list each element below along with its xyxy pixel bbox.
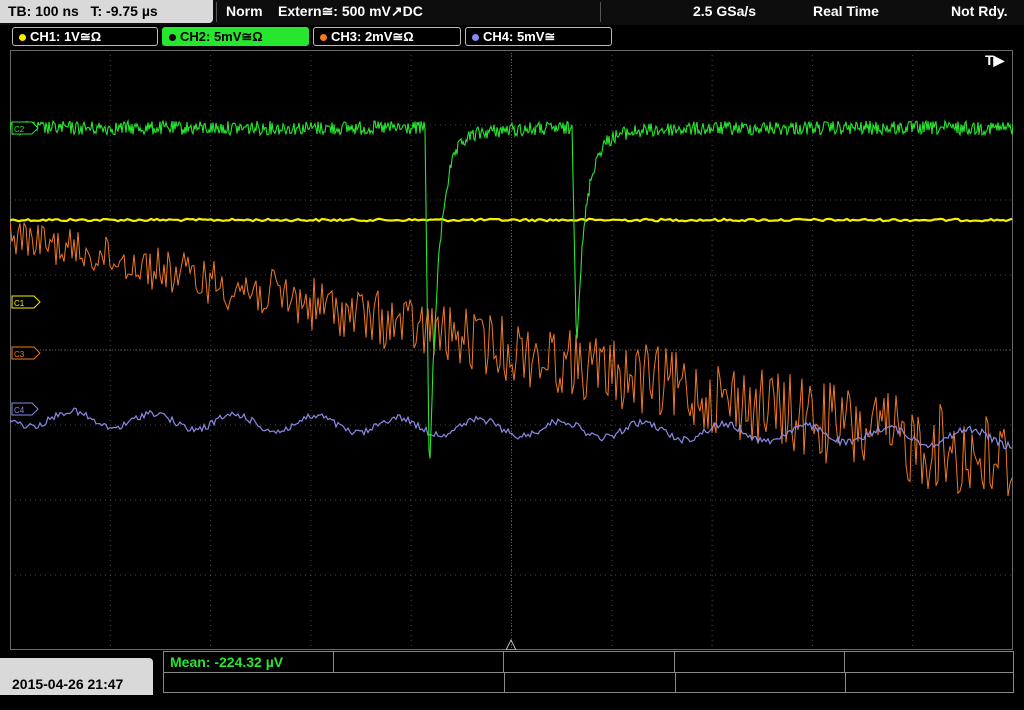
ch2-dot-icon — [169, 34, 176, 41]
trigger-source: Extern≅: 500 mV — [278, 3, 391, 19]
acq-mode[interactable]: Norm — [226, 3, 263, 19]
ch2-offset-marker[interactable]: C2 — [11, 121, 39, 135]
ch3-label: CH3: 2mV≅Ω — [331, 29, 414, 44]
trigger-state: Not Rdy. — [951, 3, 1008, 19]
c4-marker-label: C4 — [14, 406, 25, 415]
ch1-label: CH1: 1V≅Ω — [30, 29, 102, 44]
ch4-label: CH4: 5mV≅ — [483, 29, 556, 44]
ch3-dot-icon — [320, 34, 327, 41]
ch4-offset-marker[interactable]: C4 — [11, 402, 39, 416]
measurement-panel[interactable]: Mean: -224.32 µV — [163, 651, 1014, 693]
c1-marker-label: C1 — [14, 299, 25, 308]
tab-ch4[interactable]: CH4: 5mV≅ — [465, 27, 612, 46]
tab-ch3[interactable]: CH3: 2mV≅Ω — [313, 27, 461, 46]
timebase-box[interactable]: TB: 100 ns T: -9.75 µs — [0, 0, 213, 23]
status-bar: TB: 100 ns T: -9.75 µs Norm Extern≅: 500… — [0, 0, 1024, 25]
datetime: 2015-04-26 21:47 — [0, 658, 153, 695]
mean-measurement: Mean: -224.32 µV — [170, 654, 284, 670]
trigger-settings[interactable]: Extern≅: 500 mV↗DC — [278, 3, 423, 20]
acq-type[interactable]: Real Time — [813, 3, 879, 19]
ch3-offset-marker[interactable]: C3 — [11, 346, 41, 360]
waveform-display[interactable]: C2 C1 C3 C4 — [10, 50, 1013, 650]
trigger-coupling: DC — [402, 3, 423, 19]
trigger-slope-icon: ↗ — [390, 3, 403, 19]
tab-ch2[interactable]: CH2: 5mV≅Ω — [162, 27, 309, 46]
graticule — [10, 50, 1013, 650]
c3-marker-label: C3 — [14, 350, 25, 359]
ch1-offset-marker[interactable]: C1 — [11, 295, 41, 309]
timebase: TB: 100 ns — [8, 3, 79, 19]
ch1-dot-icon — [19, 34, 26, 41]
trigger-right-icon: T▶ — [985, 52, 1005, 68]
channel-bar: CH1: 1V≅Ω CH2: 5mV≅Ω CH3: 2mV≅Ω CH4: 5mV… — [0, 26, 1024, 48]
ch2-label: CH2: 5mV≅Ω — [180, 29, 263, 44]
tab-ch1[interactable]: CH1: 1V≅Ω — [12, 27, 158, 46]
sample-rate[interactable]: 2.5 GSa/s — [693, 3, 756, 19]
trigger-time: T: -9.75 µs — [90, 3, 158, 19]
c2-marker-label: C2 — [14, 125, 25, 134]
ch4-dot-icon — [472, 34, 479, 41]
footer: 2015-04-26 21:47 Mean: -224.32 µV — [0, 650, 1024, 695]
